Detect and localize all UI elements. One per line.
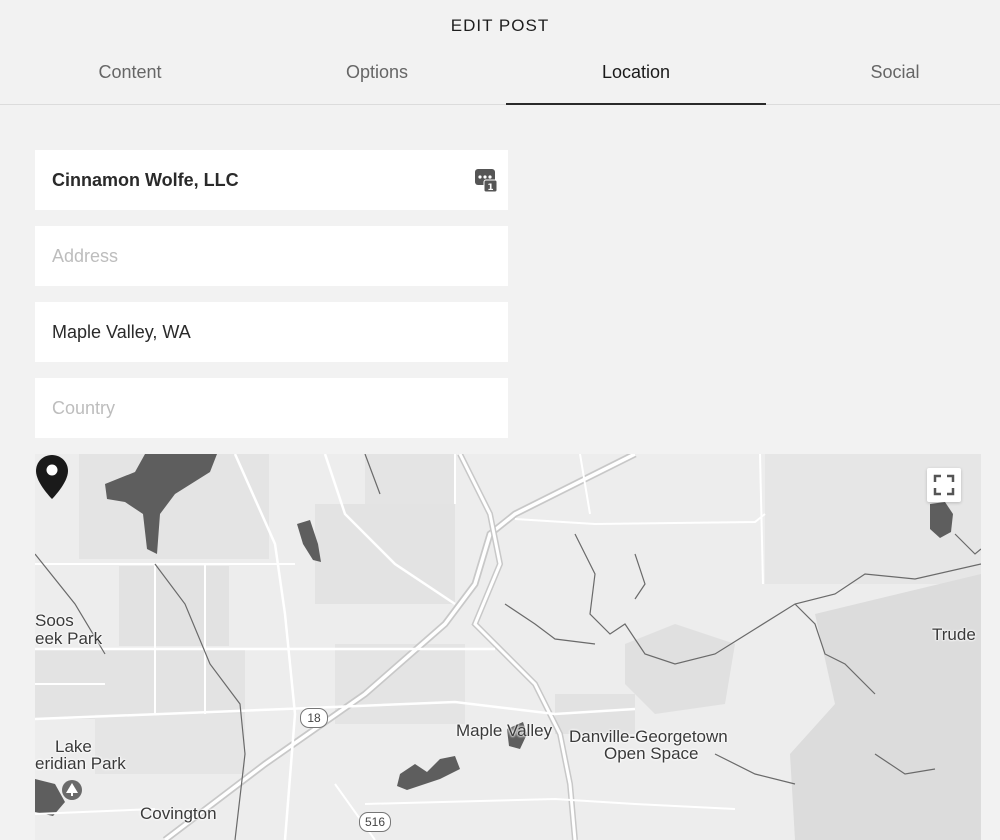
password-manager-icon[interactable]: 1 bbox=[474, 167, 498, 193]
address-field[interactable] bbox=[35, 226, 508, 286]
map-label-covington: Covington bbox=[140, 804, 217, 823]
edit-post-header: EDIT POST Content Options Location Socia… bbox=[0, 0, 1000, 105]
tab-options[interactable]: Options bbox=[247, 60, 507, 104]
city-field[interactable] bbox=[35, 302, 508, 362]
tab-content[interactable]: Content bbox=[0, 60, 260, 104]
map-label-trude: Trude bbox=[932, 625, 976, 644]
map-label-creek-park: eek Park bbox=[35, 629, 103, 648]
fullscreen-button[interactable] bbox=[927, 468, 961, 502]
tab-bar: Content Options Location Social bbox=[0, 60, 1000, 105]
city-input[interactable] bbox=[50, 320, 493, 344]
map-label-maple-valley: Maple Valley bbox=[456, 721, 553, 740]
tab-location[interactable]: Location bbox=[506, 60, 766, 105]
fullscreen-icon bbox=[933, 474, 955, 496]
location-name-input[interactable] bbox=[50, 168, 493, 192]
location-name-field[interactable]: 1 bbox=[35, 150, 508, 210]
map-pin-icon[interactable] bbox=[35, 454, 69, 500]
map-label-soos: Soos bbox=[35, 611, 74, 630]
map-label-open-space: Open Space bbox=[604, 744, 699, 763]
route-18-shield: 18 bbox=[300, 708, 328, 728]
address-input[interactable] bbox=[50, 244, 493, 268]
location-map[interactable]: 18 516 Soos eek Park Lake eridian Park C… bbox=[35, 454, 981, 840]
password-manager-badge: 1 bbox=[487, 183, 493, 193]
tab-social[interactable]: Social bbox=[765, 60, 1000, 104]
map-label-meridian-park: eridian Park bbox=[35, 754, 126, 773]
map-base-layer bbox=[35, 454, 981, 840]
route-516-shield: 516 bbox=[359, 812, 391, 832]
country-input[interactable] bbox=[50, 396, 493, 420]
page-title: EDIT POST bbox=[450, 16, 550, 35]
country-field[interactable] bbox=[35, 378, 508, 438]
